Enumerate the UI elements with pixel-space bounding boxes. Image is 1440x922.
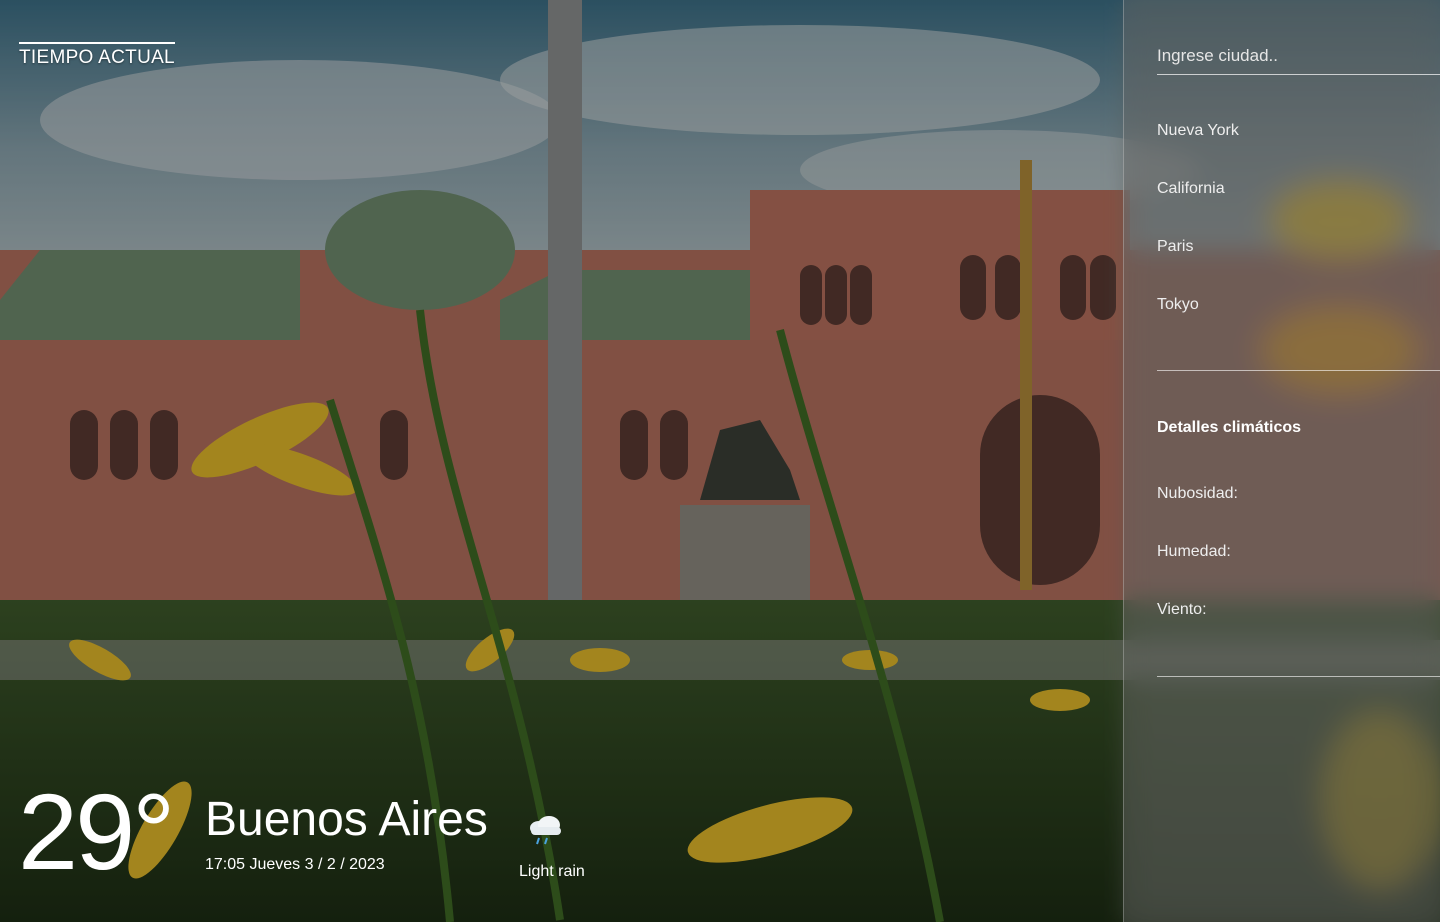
city-item-tokyo[interactable]: Tokyo	[1157, 296, 1239, 354]
rain-cloud-icon	[530, 816, 561, 845]
location-block: Buenos Aires 17:05 Jueves 3 / 2 / 2023	[205, 796, 488, 874]
city-item-nueva-york[interactable]: Nueva York	[1157, 122, 1239, 180]
condition-block: Light rain	[519, 812, 599, 881]
divider	[1157, 370, 1440, 371]
humidity-label: Humedad:	[1157, 543, 1231, 560]
city-name: Buenos Aires	[205, 793, 488, 846]
divider	[1157, 676, 1440, 677]
app-logo: TIEMPO ACTUAL	[19, 42, 175, 69]
side-panel: Nueva York California Paris Tokyo Detall…	[1123, 0, 1440, 922]
weather-details: Nubosidad: Humedad: Viento:	[1157, 485, 1238, 659]
temperature: 29°	[18, 771, 175, 892]
city-item-paris[interactable]: Paris	[1157, 238, 1239, 296]
details-title: Detalles climáticos	[1157, 419, 1302, 436]
date-time: 17:05 Jueves 3 / 2 / 2023	[205, 856, 385, 873]
cloudiness-label: Nubosidad:	[1157, 485, 1238, 502]
city-list: Nueva York California Paris Tokyo	[1157, 122, 1239, 354]
city-search-input[interactable]	[1157, 38, 1440, 75]
wind-label: Viento:	[1157, 601, 1207, 618]
condition-text: Light rain	[519, 863, 585, 880]
city-item-california[interactable]: California	[1157, 180, 1239, 238]
